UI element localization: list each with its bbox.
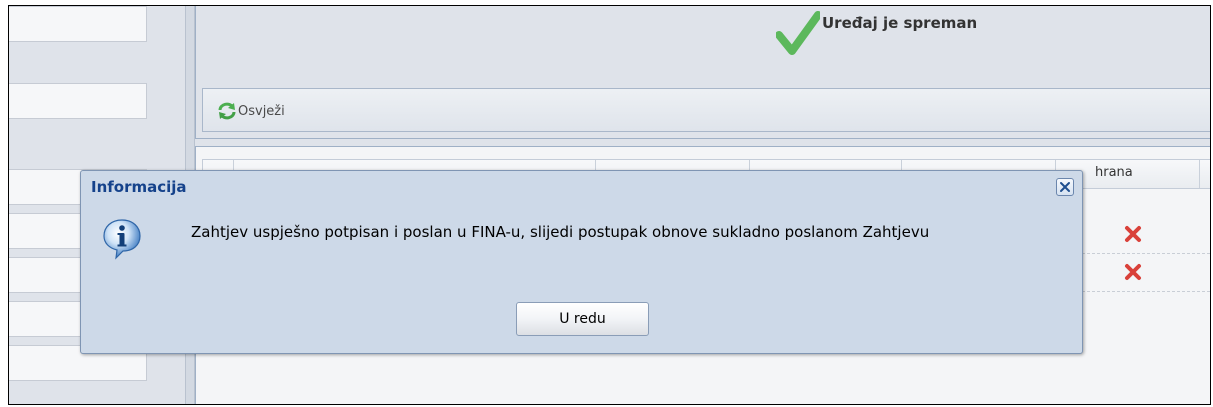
toolbar: Osvježi (202, 88, 1210, 132)
refresh-button[interactable]: Osvježi (217, 101, 285, 121)
delete-icon[interactable] (1124, 225, 1142, 243)
close-icon (1060, 182, 1070, 192)
device-status-text: Uređaj je spreman (822, 14, 978, 32)
delete-icon[interactable] (1124, 263, 1142, 281)
dialog-close-button[interactable] (1056, 178, 1074, 196)
status-panel: Uređaj je spreman Osvježi (195, 6, 1210, 139)
left-input-field[interactable] (9, 6, 147, 42)
left-input-field[interactable] (9, 83, 147, 119)
dialog-message: Zahtjev uspješno potpisan i poslan u FIN… (191, 223, 930, 241)
check-icon (776, 11, 820, 55)
info-dialog: Informacija Zahtjev uspješno potpisan i … (80, 170, 1083, 354)
info-icon (103, 219, 141, 260)
refresh-label: Osvježi (238, 103, 285, 119)
refresh-icon (218, 102, 236, 120)
dialog-title: Informacija (91, 178, 187, 196)
device-status: Uređaj je spreman (776, 10, 978, 55)
column-header[interactable]: hrana (1095, 165, 1133, 180)
ok-button[interactable]: U redu (516, 302, 649, 336)
column-separator (1199, 160, 1200, 188)
